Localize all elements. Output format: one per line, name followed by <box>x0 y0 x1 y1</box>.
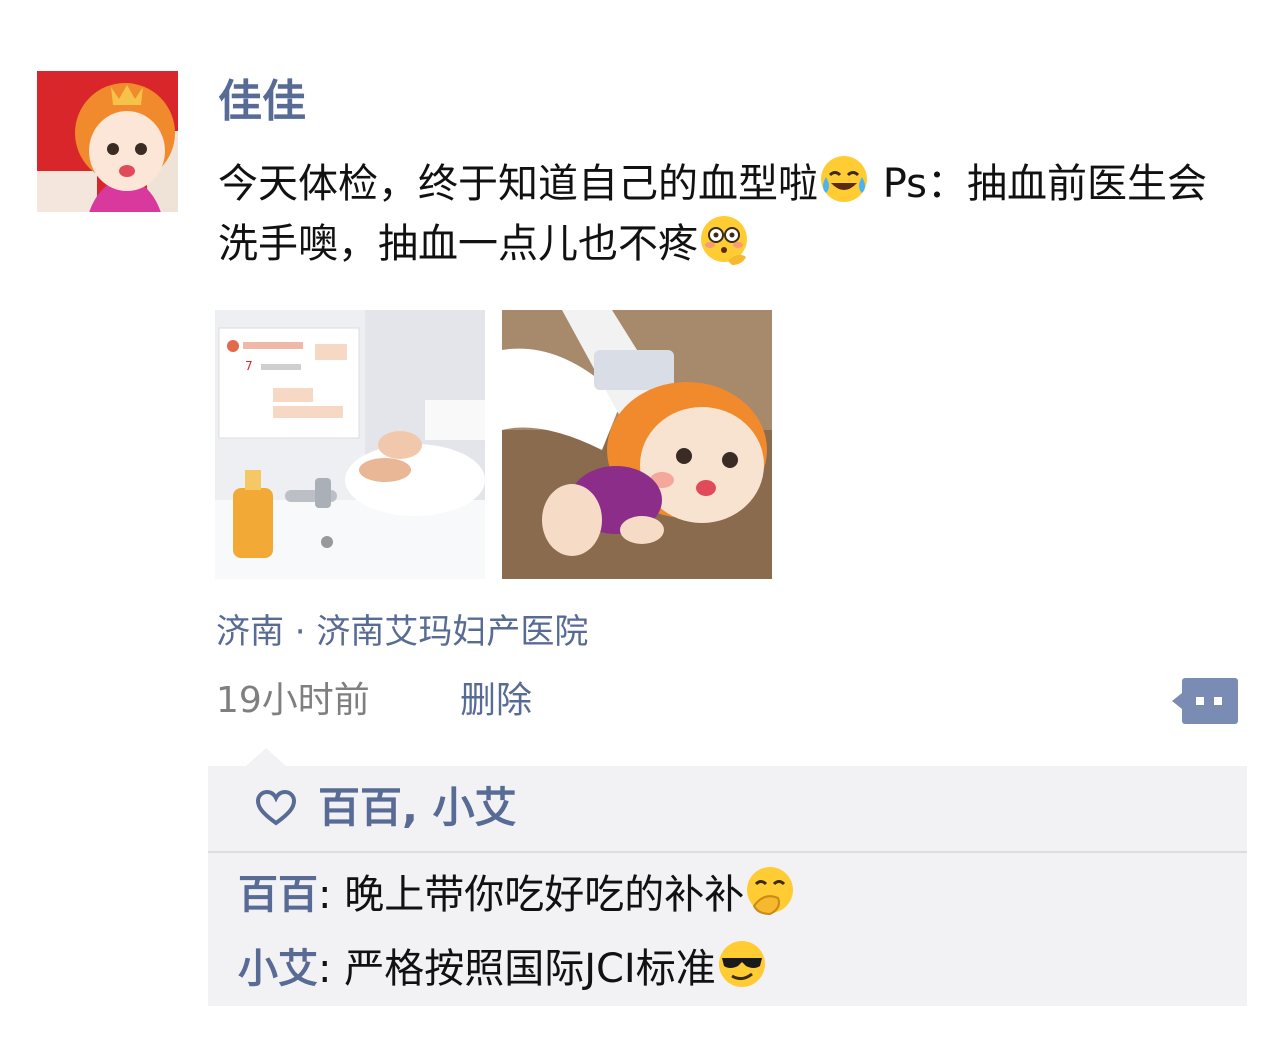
more-actions-button[interactable] <box>1172 678 1238 724</box>
post-time: 19小时前 <box>216 680 370 721</box>
delete-button[interactable]: 删除 <box>460 676 532 726</box>
location-link[interactable]: 济南 · 济南艾玛妇产医院 <box>216 608 588 656</box>
comments-pointer <box>246 748 286 766</box>
comment-text: 晚上带你吃好吃的补补 <box>344 872 745 918</box>
comment-row[interactable]: 百百: 晚上带你吃好吃的补补 <box>238 864 796 923</box>
laughing-crying-emoji <box>821 156 867 202</box>
post-text-part1: 今天体检，终于知道自己的血型啦 <box>218 161 818 207</box>
comment-dots-icon <box>1172 678 1238 724</box>
post-text: 今天体检，终于知道自己的血型啦 Ps：抽血前医生会洗手噢，抽血一点儿也不疼 <box>218 153 1228 273</box>
photo-blood-draw-doll[interactable] <box>502 310 772 579</box>
comments-panel: 百百, 小艾 百百: 晚上带你吃好吃的补补 小艾: 严格按照国际JCI标准 <box>208 766 1247 1006</box>
likes-row: 百百, 小艾 <box>208 766 1247 853</box>
hand-over-mouth-emoji <box>747 867 794 916</box>
comment-row[interactable]: 小艾: 严格按照国际JCI标准 <box>238 938 768 997</box>
comment-separator: : <box>318 872 345 918</box>
svg-text:7: 7 <box>245 359 253 373</box>
heart-icon <box>256 790 296 826</box>
avatar[interactable] <box>37 71 178 212</box>
username[interactable]: 佳佳 <box>218 72 306 132</box>
sunglasses-emoji <box>718 941 765 987</box>
flushed-face-emoji <box>701 216 747 265</box>
likes-names[interactable]: 百百, 小艾 <box>318 778 517 838</box>
comment-author[interactable]: 百百 <box>238 872 318 918</box>
comment-text: 严格按照国际JCI标准 <box>344 946 716 992</box>
comment-author[interactable]: 小艾 <box>238 946 318 992</box>
comment-separator: : <box>318 946 345 992</box>
photo-handwashing[interactable]: 7 <box>215 310 485 579</box>
